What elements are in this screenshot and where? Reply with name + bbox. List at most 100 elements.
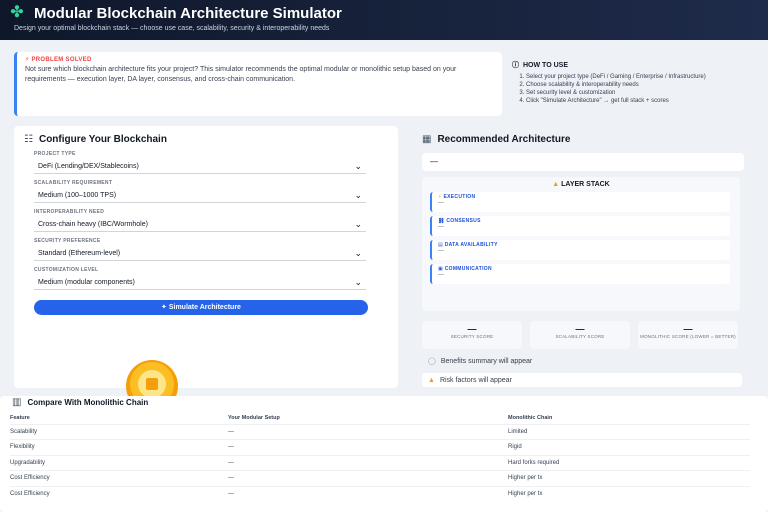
how-to-use-title: ⓘ HOW TO USE bbox=[512, 60, 744, 70]
table-cell: Rigid bbox=[508, 439, 750, 455]
layer-name-text: COMMUNICATION bbox=[444, 266, 492, 272]
compare-card: ▥ Compare With Monolithic Chain Feature Y… bbox=[0, 396, 768, 512]
layer-value: — bbox=[438, 248, 444, 254]
configure-heading: Configure Your Blockchain bbox=[38, 134, 167, 145]
recommended-title: ▦ Recommended Architecture bbox=[422, 134, 742, 145]
how-to-use-heading: HOW TO USE bbox=[523, 61, 568, 69]
problem-banner: ⚡ PROBLEM SOLVED Not sure which blockcha… bbox=[14, 52, 502, 116]
project-type-select[interactable]: DeFi (Lending/DEX/Stablecoins) ⌄ bbox=[34, 159, 366, 174]
layer-stack-heading: LAYER STACK bbox=[561, 181, 610, 188]
simulate-button-label: Simulate Architecture bbox=[168, 304, 241, 311]
project-type-label: PROJECT TYPE bbox=[34, 151, 76, 157]
chevron-down-icon: ⌄ bbox=[354, 276, 362, 287]
chevron-down-icon: ⌄ bbox=[354, 247, 362, 258]
table-cell: Cost Efficiency bbox=[10, 470, 228, 486]
table-cell: Higher per tx bbox=[508, 485, 750, 502]
table-cell: — bbox=[228, 470, 508, 486]
layer-data-availability: ▤ DATA AVAILABILITY — bbox=[430, 240, 730, 260]
layer-value: — bbox=[438, 272, 444, 278]
table-cell: — bbox=[228, 454, 508, 471]
layer-value: — bbox=[438, 200, 444, 206]
layer-stack: ▲ LAYER STACK ⚡ EXECUTION — ⛓ CONSENSUS … bbox=[422, 177, 740, 311]
scalability-field: SCALABILITY REQUIREMENT Medium (100–1000… bbox=[24, 180, 388, 203]
scalability-select[interactable]: Medium (100–1000 TPS) ⌄ bbox=[34, 188, 366, 203]
score-row: — SECURITY SCORE — SCALABILITY SCORE — MONO… bbox=[422, 321, 742, 349]
customization-field: CUSTOMIZATION LEVEL Medium (modular comp… bbox=[24, 267, 388, 290]
scalability-score: — SCALABILITY SCORE bbox=[530, 321, 630, 349]
table-row: Upgradability — Hard forks required bbox=[10, 454, 750, 471]
recommended-value: — bbox=[422, 153, 744, 171]
chevron-down-icon: ⌄ bbox=[354, 160, 362, 171]
table-row: Scalability — Limited bbox=[10, 423, 750, 440]
grid-icon: ☷ bbox=[24, 134, 33, 145]
how-to-step: Set security level & customization bbox=[526, 89, 744, 97]
benefits-text: Benefits summary will appear bbox=[440, 357, 533, 365]
table-cell: Higher per tx bbox=[508, 470, 750, 486]
security-field: SECURITY PREFERENCE Standard (Ethereum-l… bbox=[24, 238, 388, 261]
warning-icon: ▲ bbox=[428, 376, 435, 384]
layer-communication: ▣ COMMUNICATION — bbox=[430, 264, 730, 284]
score-value: — bbox=[575, 324, 585, 334]
chart-icon: ▥ bbox=[12, 397, 22, 408]
table-row: Cost Efficiency — Higher per tx bbox=[10, 470, 750, 486]
layer-name-text: DATA AVAILABILITY bbox=[444, 242, 498, 248]
customization-select[interactable]: Medium (modular components) ⌄ bbox=[34, 275, 366, 290]
table-cell: Cost Efficiency bbox=[10, 485, 228, 502]
benefits-summary: ◯ Benefits summary will appear bbox=[422, 354, 742, 368]
risk-factors: ▲ Risk factors will appear bbox=[422, 373, 742, 387]
table-header-row: Feature Your Modular Setup Monolithic Ch… bbox=[10, 412, 750, 424]
score-label: SCALABILITY SCORE bbox=[555, 334, 605, 339]
score-value: — bbox=[683, 324, 693, 334]
chevron-down-icon: ⌄ bbox=[354, 218, 362, 229]
table-row: Flexibility — Rigid bbox=[10, 439, 750, 455]
customization-label: CUSTOMIZATION LEVEL bbox=[34, 267, 99, 273]
monolithic-score: — MONOLITHIC SCORE (LOWER = BETTER) bbox=[638, 321, 738, 349]
how-to-step: Choose scalability & interoperability ne… bbox=[526, 81, 744, 89]
column-header: Monolithic Chain bbox=[508, 414, 553, 421]
info-icon: ⓘ bbox=[512, 62, 519, 69]
check-circle-icon: ◯ bbox=[428, 358, 436, 365]
security-score: — SECURITY SCORE bbox=[422, 321, 522, 349]
how-to-use-panel: ⓘ HOW TO USE Select your project type (De… bbox=[508, 58, 748, 124]
table-cell: Limited bbox=[508, 423, 750, 440]
layer-name-text: CONSENSUS bbox=[446, 218, 481, 224]
compare-table: Feature Your Modular Setup Monolithic Ch… bbox=[10, 412, 750, 502]
interoperability-label: INTEROPERABILITY NEED bbox=[34, 209, 105, 215]
project-type-field: PROJECT TYPE DeFi (Lending/DEX/Stablecoi… bbox=[24, 151, 388, 174]
how-to-step: Select your project type (DeFi / Gaming … bbox=[526, 73, 744, 81]
simulate-architecture-button[interactable]: ✦ Simulate Architecture bbox=[34, 300, 368, 315]
recommended-panel: ▦ Recommended Architecture — ▲ LAYER STAC… bbox=[412, 126, 752, 388]
layers-icon: ▲ bbox=[552, 181, 560, 188]
page-subtitle: Design your optimal blockchain stack — c… bbox=[14, 25, 330, 32]
layer-name-text: EXECUTION bbox=[443, 194, 476, 200]
project-type-value: DeFi (Lending/DEX/Stablecoins) bbox=[38, 162, 139, 170]
table-cell: — bbox=[228, 485, 508, 502]
risks-text: Risk factors will appear bbox=[439, 376, 512, 384]
page-title: Modular Blockchain Architecture Simulato… bbox=[34, 4, 342, 22]
banner-label-text: PROBLEM SOLVED bbox=[31, 57, 92, 63]
scalability-value: Medium (100–1000 TPS) bbox=[38, 191, 117, 199]
stack-icon: ▦ bbox=[422, 134, 432, 145]
table-cell: Flexibility bbox=[10, 439, 228, 455]
interoperability-field: INTEROPERABILITY NEED Cross-chain heavy … bbox=[24, 209, 388, 232]
banner-text: Not sure which blockchain architecture f… bbox=[25, 66, 457, 83]
interoperability-select[interactable]: Cross-chain heavy (IBC/Wormhole) ⌄ bbox=[34, 217, 366, 232]
security-label: SECURITY PREFERENCE bbox=[34, 238, 101, 244]
table-cell: Hard forks required bbox=[508, 454, 750, 471]
score-label: MONOLITHIC SCORE (LOWER = BETTER) bbox=[640, 334, 736, 339]
customization-value: Medium (modular components) bbox=[38, 278, 135, 286]
interoperability-value: Cross-chain heavy (IBC/Wormhole) bbox=[38, 220, 148, 228]
table-cell: Upgradability bbox=[10, 454, 228, 471]
compare-title: ▥ Compare With Monolithic Chain bbox=[12, 397, 758, 408]
score-label: SECURITY SCORE bbox=[450, 334, 494, 339]
layer-execution: ⚡ EXECUTION — bbox=[430, 192, 730, 212]
table-row: Cost Efficiency — Higher per tx bbox=[10, 485, 750, 502]
security-value: Standard (Ethereum-level) bbox=[38, 249, 121, 257]
configure-title: ☷ Configure Your Blockchain bbox=[24, 134, 388, 145]
compare-heading: Compare With Monolithic Chain bbox=[27, 398, 149, 407]
layer-consensus: ⛓ CONSENSUS — bbox=[430, 216, 730, 236]
column-header: Your Modular Setup bbox=[228, 414, 280, 421]
column-header: Feature bbox=[10, 414, 30, 421]
security-select[interactable]: Standard (Ethereum-level) ⌄ bbox=[34, 246, 366, 261]
table-cell: — bbox=[228, 423, 508, 440]
